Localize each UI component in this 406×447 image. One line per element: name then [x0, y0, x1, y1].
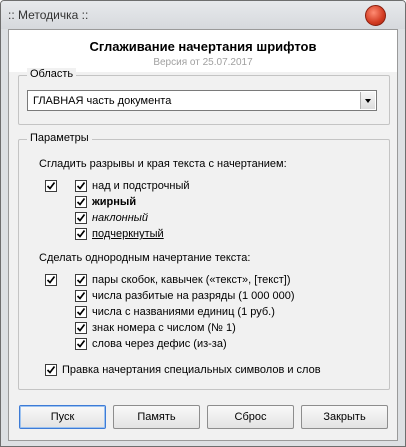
checkbox-underline[interactable]: [75, 228, 87, 240]
section-smooth-label: Сгладить разрывы и края текста с начерта…: [39, 158, 287, 170]
version-label: Версия от 25.07.2017: [153, 57, 253, 68]
label-bold: жирный: [92, 196, 137, 208]
label-italic: наклонный: [92, 212, 149, 224]
label-digit-groups: числа разбитые на разряды (1 000 000): [92, 290, 295, 302]
window-title: :: Методичка ::: [8, 8, 89, 22]
area-select-value: ГЛАВНАЯ часть документа: [33, 95, 172, 107]
params-group-label: Параметры: [27, 132, 92, 144]
title-bar[interactable]: :: Методичка ::: [1, 1, 405, 29]
area-select[interactable]: ГЛАВНАЯ часть документа: [27, 90, 377, 111]
label-number-sign: знак номера с числом (№ 1): [92, 322, 236, 334]
checkbox-digit-groups[interactable]: [75, 290, 87, 302]
reset-button[interactable]: Сброс: [207, 405, 294, 429]
section-uniform-master-checkbox[interactable]: [45, 274, 57, 286]
dialog-body: Сглаживание начертания шрифтов Версия от…: [8, 29, 398, 441]
label-underline: подчеркнутый: [92, 228, 164, 240]
area-group-label: Область: [27, 68, 77, 80]
label-special-symbols: Правка начертания специальных символов и…: [62, 364, 321, 376]
label-brackets-quotes: пары скобок, кавычек («текст», [текст]): [92, 274, 291, 286]
start-button[interactable]: Пуск: [19, 405, 106, 429]
checkbox-numbers-units[interactable]: [75, 306, 87, 318]
page-title: Сглаживание начертания шрифтов: [89, 39, 317, 54]
label-numbers-units: числа с названиями единиц (1 руб.): [92, 306, 275, 318]
section-smooth-master-checkbox[interactable]: [45, 180, 57, 192]
checkbox-hyphenated-words[interactable]: [75, 338, 87, 350]
close-button[interactable]: Закрыть: [301, 405, 388, 429]
checkbox-italic[interactable]: [75, 212, 87, 224]
section-uniform-label: Сделать однородным начертание текста:: [39, 252, 251, 264]
checkbox-number-sign[interactable]: [75, 322, 87, 334]
chevron-down-icon[interactable]: [360, 92, 375, 109]
memory-button[interactable]: Память: [113, 405, 200, 429]
checkbox-bold[interactable]: [75, 196, 87, 208]
checkbox-brackets-quotes[interactable]: [75, 274, 87, 286]
params-group: Параметры: [18, 132, 390, 390]
label-hyphenated-words: слова через дефис (из-за): [92, 338, 227, 350]
header-area: Сглаживание начертания шрифтов Версия от…: [9, 30, 397, 72]
label-super-subscript: над и подстрочный: [92, 180, 190, 192]
checkbox-super-subscript[interactable]: [75, 180, 87, 192]
close-icon[interactable]: [365, 5, 386, 26]
checkbox-special-symbols[interactable]: [45, 364, 57, 376]
dialog-window: :: Методичка :: Сглаживание начертания ш…: [0, 0, 406, 447]
